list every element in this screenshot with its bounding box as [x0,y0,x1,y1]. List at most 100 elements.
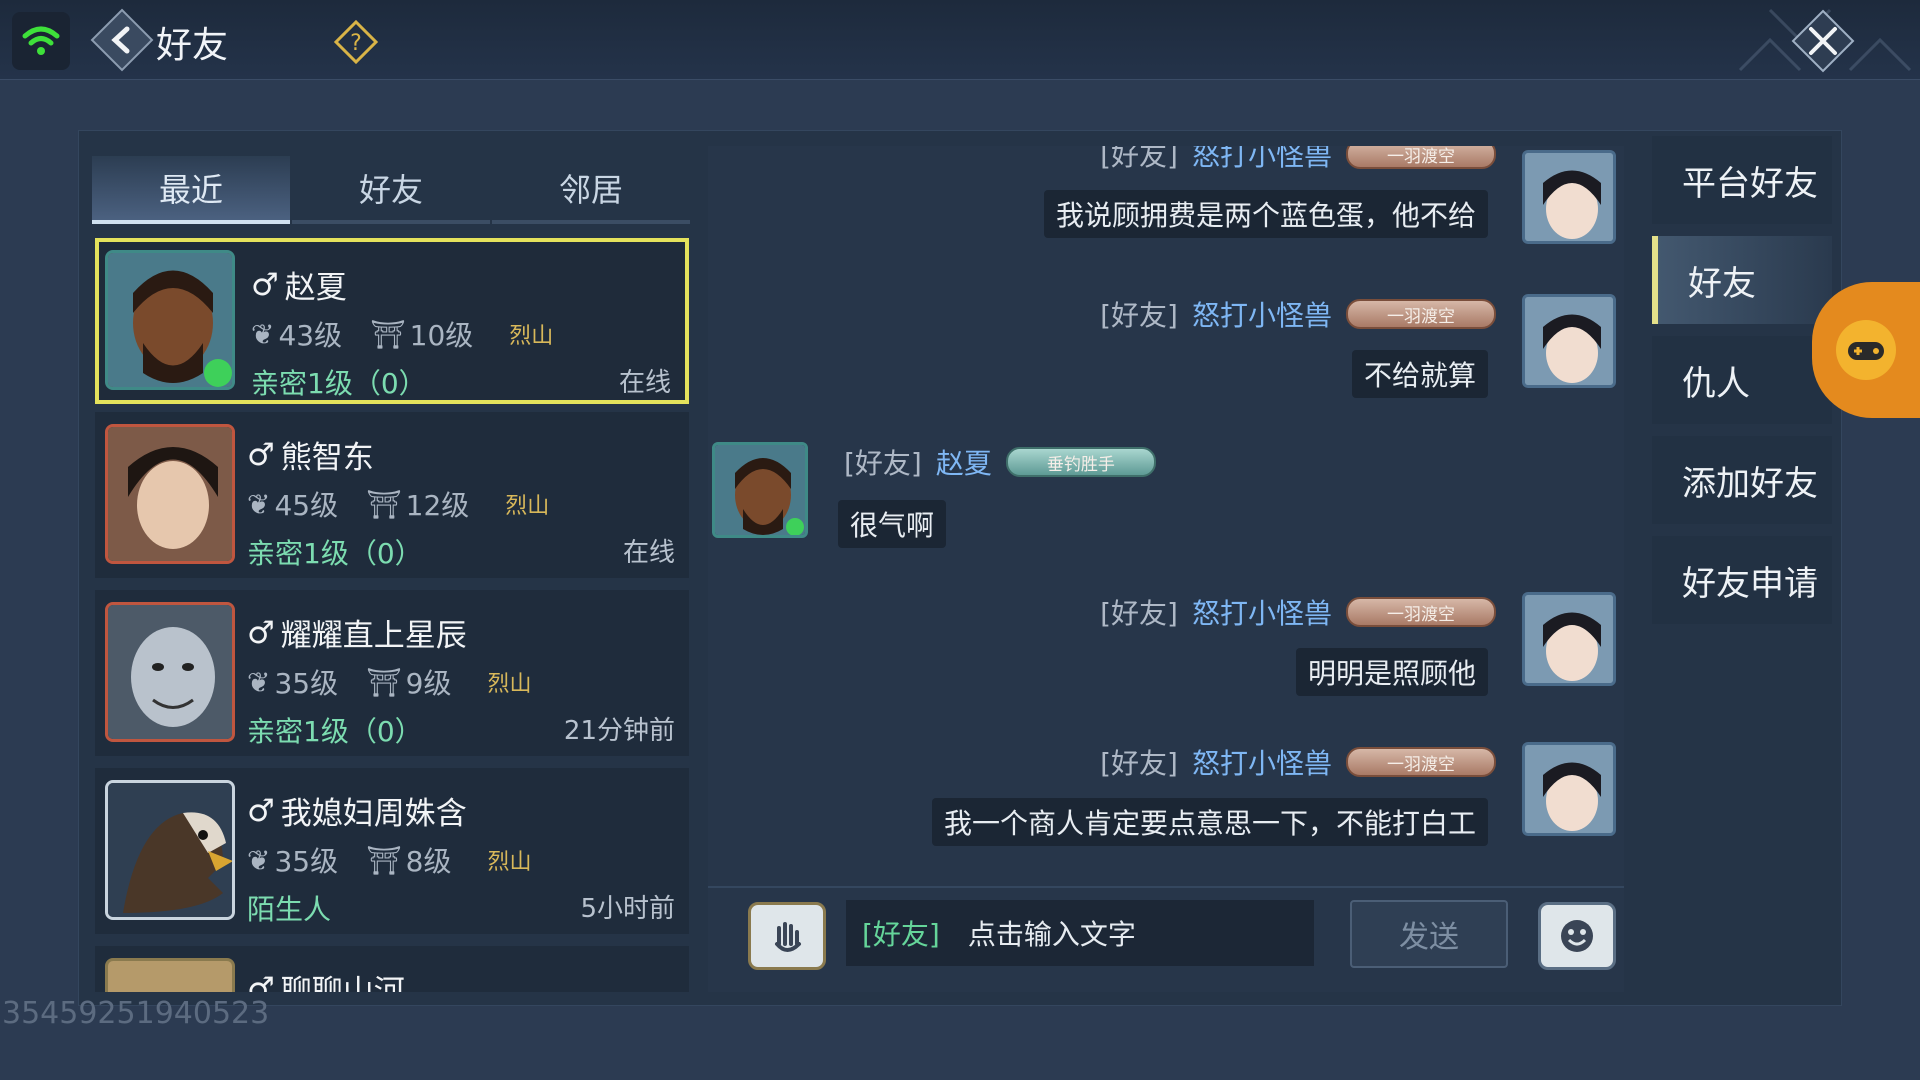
friend-level: 45级 [274,489,339,522]
svg-text:?: ? [350,31,362,56]
friend-name-row: ♂ 聊聊山河 [247,966,405,993]
page-title: 好友 [156,25,229,66]
message-header: [好友] 赵夏 垂钓胜手 [844,442,1156,482]
message-header: [好友] 怒打小怪兽 一羽渡空 [1100,146,1496,174]
friend-level: 35级 [274,667,339,700]
friend-stats: ❦ 43级 ⛩ 10级 烈山 [251,314,553,354]
avatar [712,442,808,538]
friend-sect: 烈山 [505,494,550,519]
side-item-platform-friends[interactable]: 平台好友 [1652,136,1832,224]
friend-house-level: 12级 [405,489,470,522]
channel-tag: [好友] [1100,146,1178,172]
feather-icon: ❦ [251,317,275,351]
friend-sect: 烈山 [487,672,532,697]
friend-item[interactable]: ♂ 我媳妇周姝含 ❦ 35级 ⛩ 8级 烈山 陌生人 5小时前 [95,768,689,934]
sender-name[interactable]: 怒打小怪兽 [1192,294,1332,334]
friend-item[interactable]: ♂ 聊聊山河 [95,946,689,992]
message-header: [好友] 怒打小怪兽 一羽渡空 [1100,592,1496,632]
chat-message: [好友] 赵夏 垂钓胜手 很气啊 [708,442,1608,582]
avatar [105,250,235,390]
input-placeholder: 点击输入文字 [967,918,1136,951]
friend-name: 聊聊山河 [280,974,405,992]
friend-status: 5小时前 [580,894,675,924]
title-badge: 一羽渡空 [1346,747,1496,777]
friend-name: 赵夏 [284,270,347,306]
send-button[interactable]: 发送 [1350,900,1508,968]
friend-list[interactable]: ♂ 赵夏 ❦ 43级 ⛩ 10级 烈山 亲密1级（0） 在线 ♂ 熊智东 ❦ 4… [92,236,692,992]
avatar [1522,294,1616,388]
message-bubble: 不给就算 [1351,350,1488,398]
side-item-friends[interactable]: 好友 [1652,236,1832,324]
tab-friends[interactable]: 好友 [292,156,490,224]
friend-list-panel: 最近 好友 邻居 ♂ 赵夏 ❦ 43级 ⛩ 10级 烈山 亲密1级（0） 在线 … [92,146,692,992]
sender-name[interactable]: 怒打小怪兽 [1192,742,1332,782]
emoji-button[interactable] [1538,902,1616,970]
sender-name[interactable]: 怒打小怪兽 [1192,146,1332,174]
friend-status: 在线 [618,368,671,398]
house-icon: ⛩ [366,843,402,877]
chat-text-input[interactable]: [好友] 点击输入文字 [846,900,1314,966]
close-icon [1791,9,1855,73]
friend-stats: ❦ 35级 ⛩ 8级 烈山 [247,840,532,880]
sender-name[interactable]: 怒打小怪兽 [1192,592,1332,632]
friend-house-level: 8级 [405,845,452,878]
friend-item-selected[interactable]: ♂ 赵夏 ❦ 43级 ⛩ 10级 烈山 亲密1级（0） 在线 [95,238,689,404]
house-icon: ⛩ [370,317,406,351]
avatar [105,424,235,564]
house-icon: ⛩ [366,665,402,699]
message-bubble: 我一个商人肯定要点意思一下，不能打白工 [931,798,1488,846]
feather-icon: ❦ [247,487,271,521]
side-item-friend-requests[interactable]: 好友申请 [1652,536,1832,624]
friend-intimacy: 亲密1级（0） [247,537,423,570]
feather-icon: ❦ [247,843,271,877]
side-item-add-friend[interactable]: 添加好友 [1652,436,1832,524]
friend-status: 在线 [622,538,675,568]
title-badge: 垂钓胜手 [1005,447,1156,477]
voice-hand-icon [775,922,801,952]
chat-message: [好友] 怒打小怪兽 一羽渡空 我说顾拥费是两个蓝色蛋，他不给 [716,146,1616,290]
chat-message: [好友] 怒打小怪兽 一羽渡空 不给就算 [716,294,1616,434]
message-bubble: 很气啊 [838,500,947,548]
chat-log[interactable]: [好友] 怒打小怪兽 一羽渡空 我说顾拥费是两个蓝色蛋，他不给 [好友] 怒打小… [708,146,1624,886]
help-button[interactable]: ? [334,20,378,64]
friend-name: 我媳妇周姝含 [280,796,467,832]
channel-tag: [好友] [844,447,922,480]
friend-name-row: ♂ 我媳妇周姝含 [247,788,467,833]
tab-recent[interactable]: 最近 [92,156,290,224]
friend-level: 43级 [278,319,343,352]
friend-name-row: ♂ 熊智东 [247,432,374,477]
avatar [105,780,235,920]
tab-neighbors[interactable]: 邻居 [492,156,690,224]
list-tabs: 最近 好友 邻居 [92,156,692,224]
chat-input-bar: [好友] 点击输入文字 发送 [708,886,1624,992]
friend-house-level: 10级 [409,319,474,352]
title-badge: 一羽渡空 [1346,146,1496,169]
sender-name[interactable]: 赵夏 [936,442,992,482]
voice-button[interactable] [748,902,826,970]
friend-item[interactable]: ♂ 耀耀直上星辰 ❦ 35级 ⛩ 9级 烈山 亲密1级（0） 21分钟前 [95,590,689,756]
floating-assistant-button[interactable] [1812,282,1920,418]
close-button[interactable] [1790,8,1856,74]
friend-house-level: 9级 [405,667,452,700]
friend-item[interactable]: ♂ 熊智东 ❦ 45级 ⛩ 12级 烈山 亲密1级（0） 在线 [95,412,689,578]
chat-message: [好友] 怒打小怪兽 一羽渡空 我一个商人肯定要点意思一下，不能打白工 [716,742,1616,882]
gamepad-icon [1836,320,1896,380]
avatar [1522,592,1616,686]
male-icon: ♂ [247,614,275,651]
side-item-enemies[interactable]: 仇人 [1652,336,1832,424]
channel-tag: [好友] [1100,747,1178,780]
emoji-icon [1561,920,1593,952]
wifi-icon[interactable] [12,12,70,70]
house-icon: ⛩ [366,487,402,521]
friend-name-row: ♂ 耀耀直上星辰 [247,610,467,655]
feather-icon: ❦ [247,665,271,699]
channel-tag: [好友] [1100,299,1178,332]
male-icon: ♂ [247,970,275,993]
male-icon: ♂ [251,266,279,303]
friend-stats: ❦ 45级 ⛩ 12级 烈山 [247,484,549,524]
title-badge: 一羽渡空 [1346,597,1496,627]
friend-intimacy: 亲密1级（0） [251,367,427,400]
chat-message: [好友] 怒打小怪兽 一羽渡空 明明是照顾他 [716,592,1616,732]
help-icon: ? [334,20,378,64]
title-badge: 一羽渡空 [1346,299,1496,329]
